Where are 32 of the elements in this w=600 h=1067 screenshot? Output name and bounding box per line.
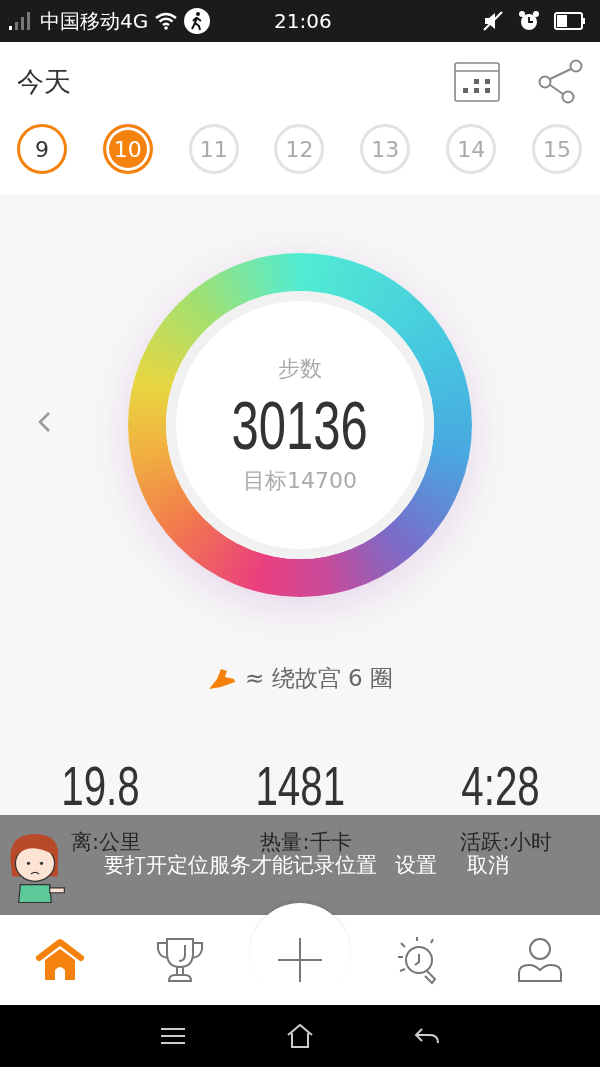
day-button[interactable]: 9 (17, 124, 67, 174)
home-icon[interactable] (287, 1024, 313, 1048)
stat-label: 热量:千卡 (260, 829, 352, 854)
clock-time: 21:06 (274, 9, 332, 33)
steps-value: 30136 (231, 387, 369, 463)
trophy-icon (155, 937, 205, 983)
menu-icon[interactable] (160, 1027, 187, 1045)
stat-label: 活跃:小时 (460, 829, 552, 854)
calendar-icon[interactable] (454, 62, 500, 102)
goal-text: 目标14700 (243, 467, 357, 496)
page-title: 今天 (17, 65, 71, 99)
alarm-clock-icon (518, 10, 540, 32)
stat-value: 4:28 (460, 758, 540, 814)
stat-value: 19.8 (60, 758, 140, 814)
battery-icon (554, 12, 586, 30)
day-button[interactable]: 10 (102, 124, 153, 174)
share-icon[interactable] (538, 59, 584, 105)
back-icon[interactable] (413, 1027, 440, 1045)
steps-label: 步数 (278, 354, 322, 383)
wifi-icon (154, 12, 179, 30)
walking-person-icon (184, 8, 211, 34)
toast-action-button[interactable]: 设置 (395, 847, 437, 883)
muted-speaker-icon (482, 11, 504, 31)
person-icon (517, 937, 563, 983)
chevron-left-icon[interactable] (37, 411, 51, 433)
toast-message: 要打开定位服务才能记录位置 (104, 853, 377, 879)
carrier-text: 中国移动4G (40, 7, 149, 35)
comparison-text: ≈ 绕故宫 6 圈 (245, 664, 393, 693)
house-icon (35, 938, 85, 982)
stat-value: 1481 (255, 758, 345, 814)
stat-label: 离:公里 (70, 829, 142, 855)
plus-icon (278, 938, 322, 982)
